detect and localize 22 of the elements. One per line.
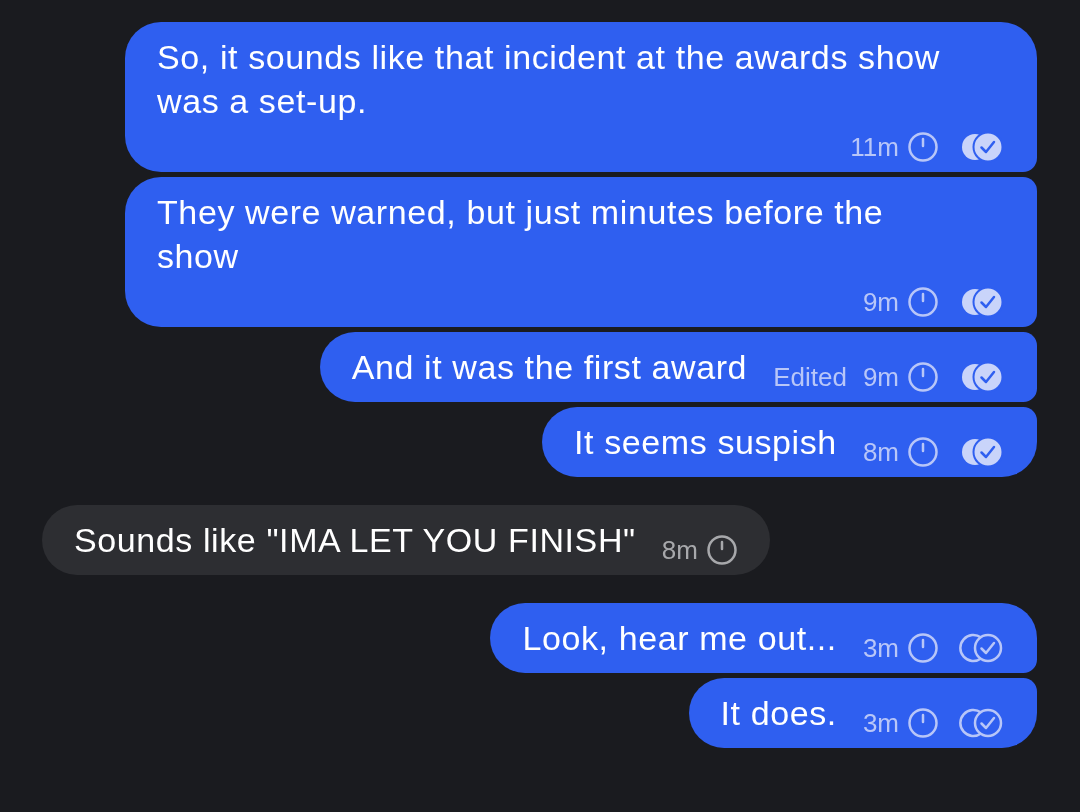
message-text: Look, hear me out... bbox=[522, 618, 837, 659]
clock-icon bbox=[907, 286, 939, 318]
clock-icon bbox=[705, 534, 738, 566]
message-text: It seems suspish bbox=[574, 422, 837, 463]
message-text: They were warned, but just minutes before the show bbox=[157, 192, 885, 277]
message-time: 9m bbox=[862, 361, 899, 394]
edited-label: Edited bbox=[773, 361, 847, 394]
clock-icon bbox=[907, 436, 939, 468]
message-time: 8m bbox=[661, 534, 698, 567]
message-time: 9m bbox=[862, 286, 899, 319]
clock-icon bbox=[907, 632, 939, 664]
clock-icon bbox=[907, 361, 939, 393]
message-text: And it was the first award bbox=[351, 347, 748, 388]
message-time: 3m bbox=[862, 707, 899, 740]
message-time: 11m bbox=[850, 131, 899, 164]
message-text: So, it sounds like that incident at the awards show was a set-up. bbox=[157, 37, 941, 122]
message-text: It does. bbox=[720, 693, 837, 734]
message-text: Sounds like "IMA LET YOU FINISH" bbox=[74, 520, 636, 561]
clock-icon bbox=[907, 707, 939, 739]
clock-icon bbox=[907, 131, 939, 163]
message-time: 8m bbox=[862, 436, 899, 469]
message-time: 3m bbox=[862, 632, 899, 665]
